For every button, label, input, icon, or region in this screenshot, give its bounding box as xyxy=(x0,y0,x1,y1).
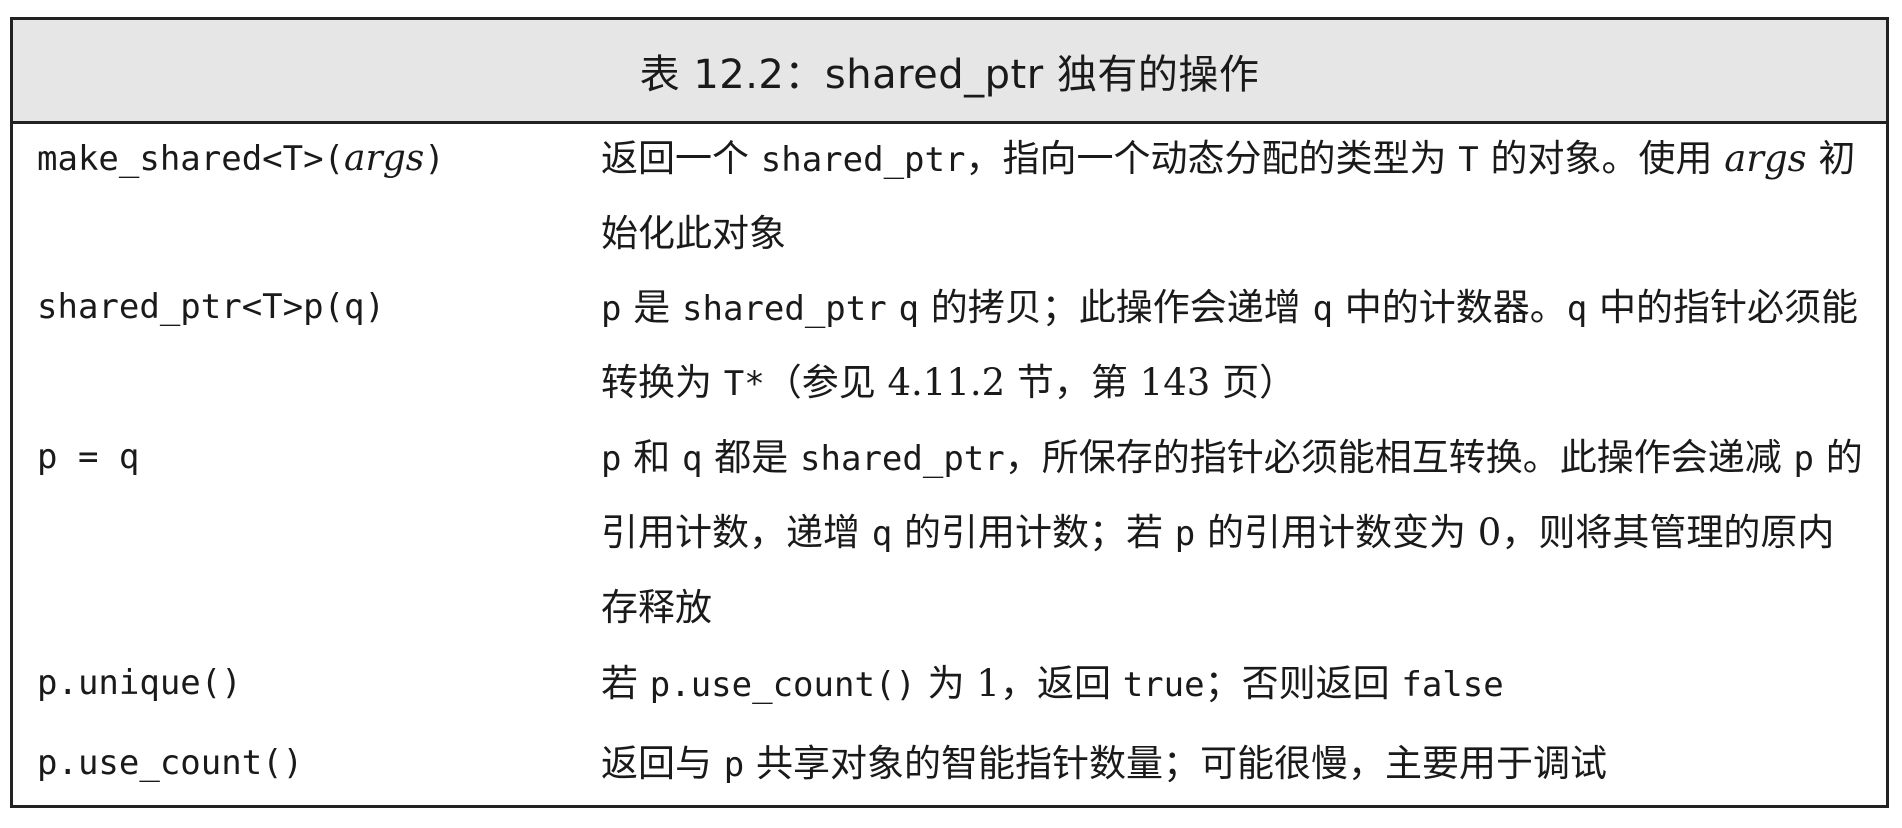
description-cell: 若 p.use_count() 为 1，返回 true；否则返回 false xyxy=(601,647,1871,722)
desc-text: 中的计数器。 xyxy=(1332,286,1567,329)
operation-arg: args xyxy=(344,138,425,179)
desc-text: 是 xyxy=(621,286,683,329)
desc-text: 为 1，返回 xyxy=(915,662,1123,705)
desc-code: p xyxy=(1793,439,1814,479)
operation-code: make_shared<T>( xyxy=(37,139,345,179)
desc-code: q xyxy=(871,514,893,554)
desc-code: q xyxy=(898,289,919,329)
desc-text: （参见 4.11.2 节，第 143 页） xyxy=(764,361,1297,404)
operations-table: 表 12.2：shared_ptr 独有的操作 make_shared<T>(a… xyxy=(10,17,1889,808)
table-row: make_shared<T>(args) 返回一个 shared_ptr，指向一… xyxy=(13,124,1886,271)
desc-code: p xyxy=(723,745,745,785)
desc-text: 和 xyxy=(621,436,683,479)
desc-text: 若 xyxy=(601,662,650,705)
description-cell: 返回一个 shared_ptr，指向一个动态分配的类型为 T 的对象。使用 ar… xyxy=(601,122,1871,271)
table-row: p.unique() 若 p.use_count() 为 1，返回 true；否… xyxy=(13,647,1886,723)
desc-code: shared_ptr xyxy=(800,439,1005,479)
desc-italic: args xyxy=(1724,137,1807,180)
desc-code: p.use_count() xyxy=(649,665,916,705)
operation-cell: shared_ptr<T>p(q) xyxy=(37,287,385,327)
operation-code-close: ) xyxy=(424,139,445,179)
desc-code: shared_ptr xyxy=(760,140,966,180)
desc-code: p xyxy=(601,289,622,329)
desc-text: 的对象。使用 xyxy=(1478,137,1725,180)
desc-text: ，所保存的指针必须能相互转换。此操作会递减 xyxy=(1004,436,1794,479)
description-cell: p 和 q 都是 shared_ptr，所保存的指针必须能相互转换。此操作会递减… xyxy=(601,421,1871,645)
desc-code: p xyxy=(1174,514,1196,554)
operation-cell: p.unique() xyxy=(37,663,242,703)
desc-code: true xyxy=(1122,665,1205,705)
desc-code: T* xyxy=(723,364,765,404)
desc-text: 返回与 xyxy=(601,742,724,785)
operation-cell: make_shared<T>(args) xyxy=(37,138,445,179)
desc-text: 都是 xyxy=(702,436,801,479)
desc-text: 的引用计数；若 xyxy=(892,511,1175,554)
desc-text: ；否则返回 xyxy=(1204,662,1402,705)
table-row: p = q p 和 q 都是 shared_ptr，所保存的指针必须能相互转换。… xyxy=(13,421,1886,647)
desc-code: T xyxy=(1458,140,1479,180)
desc-code: shared_ptr xyxy=(682,289,887,329)
desc-text xyxy=(887,286,899,329)
desc-code: q xyxy=(1566,289,1588,329)
desc-code: q xyxy=(1312,289,1333,329)
desc-text: 返回一个 xyxy=(601,137,761,180)
desc-code: false xyxy=(1401,665,1504,705)
operation-cell: p.use_count() xyxy=(37,743,304,783)
description-cell: p 是 shared_ptr q 的拷贝；此操作会递增 q 中的计数器。q 中的… xyxy=(601,271,1871,421)
description-cell: 返回与 p 共享对象的智能指针数量；可能很慢，主要用于调试 xyxy=(601,727,1871,802)
desc-text: 共享对象的智能指针数量；可能很慢，主要用于调试 xyxy=(744,742,1608,785)
desc-text: 的拷贝；此操作会递增 xyxy=(918,286,1313,329)
desc-text: ，指向一个动态分配的类型为 xyxy=(965,137,1459,180)
table-caption: 表 12.2：shared_ptr 独有的操作 xyxy=(13,20,1886,124)
operation-cell: p = q xyxy=(37,437,140,477)
desc-code: q xyxy=(682,439,703,479)
table-row: shared_ptr<T>p(q) p 是 shared_ptr q 的拷贝；此… xyxy=(13,271,1886,421)
desc-code: p xyxy=(601,439,622,479)
table-row: p.use_count() 返回与 p 共享对象的智能指针数量；可能很慢，主要用… xyxy=(13,723,1886,805)
